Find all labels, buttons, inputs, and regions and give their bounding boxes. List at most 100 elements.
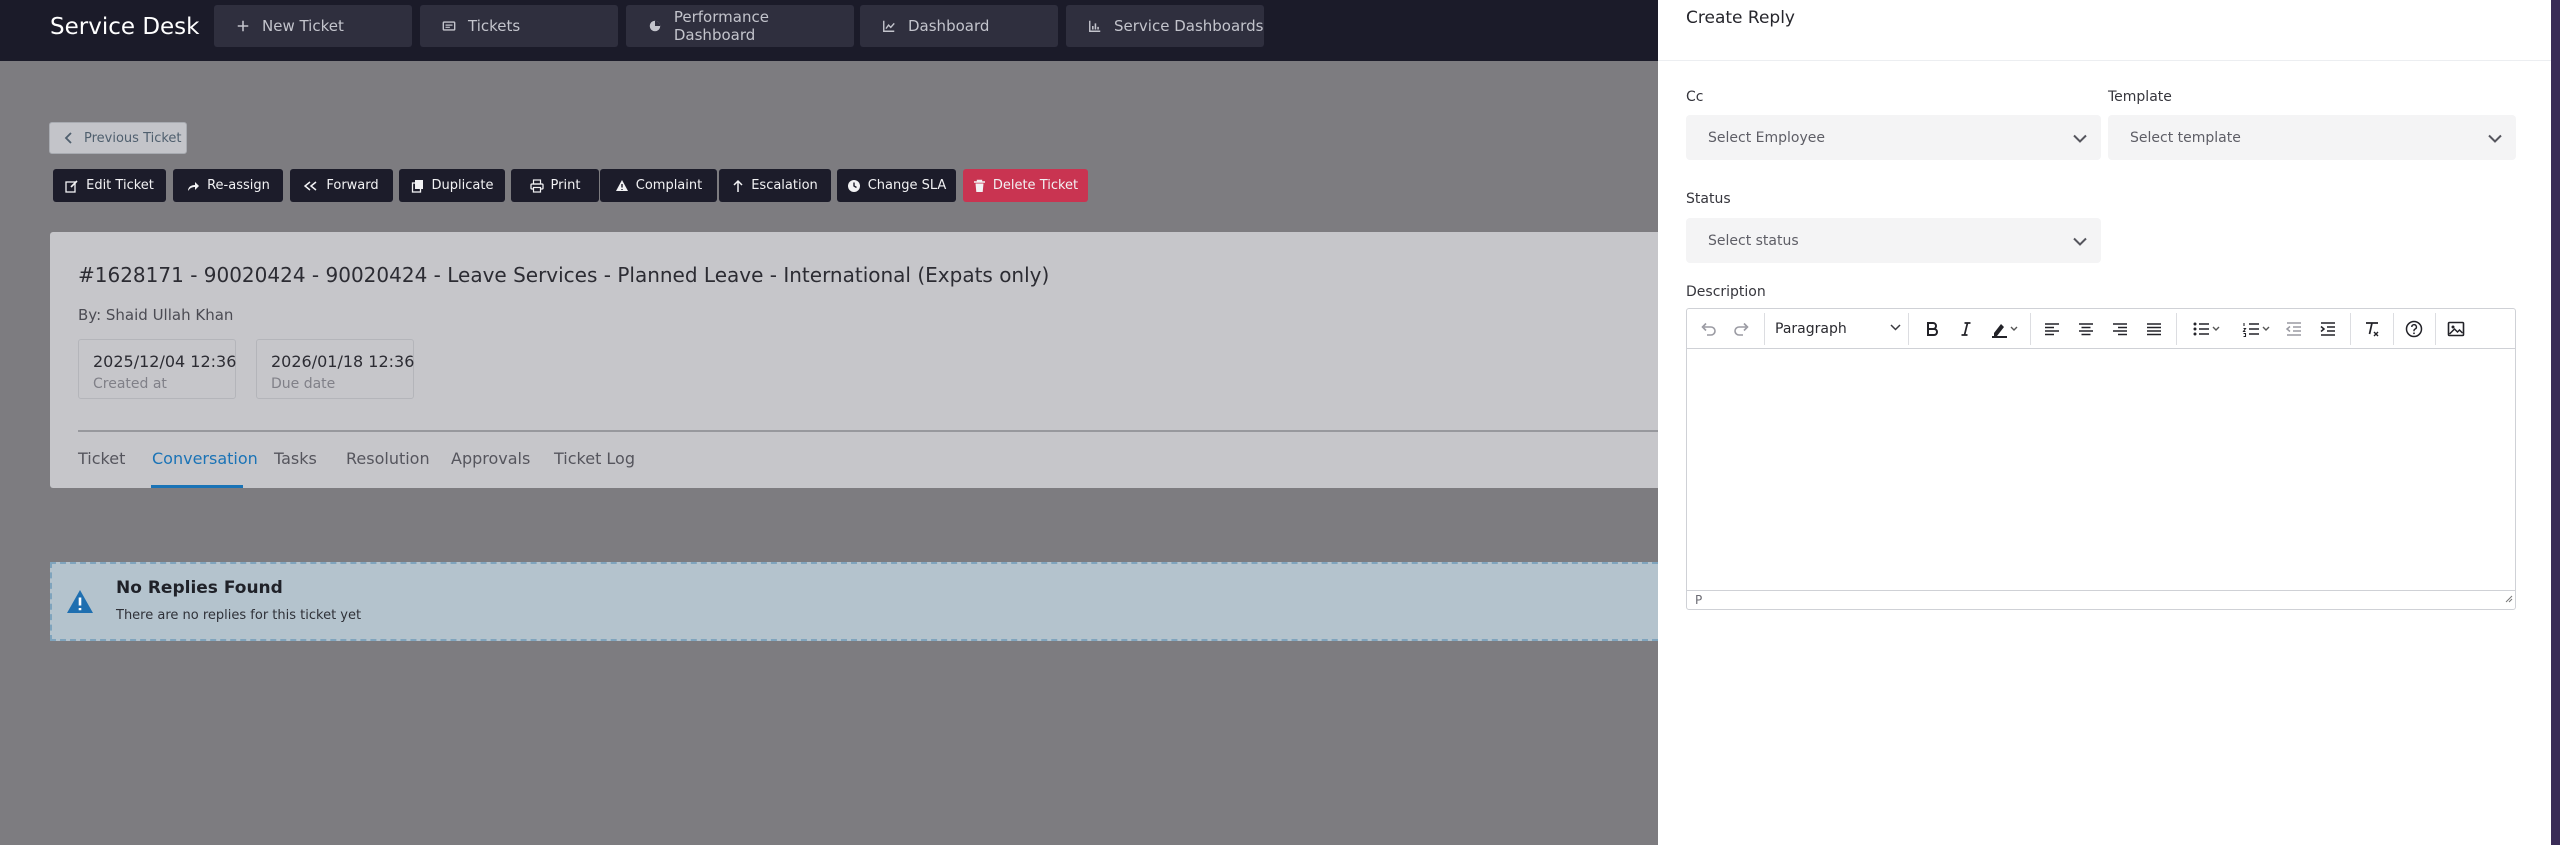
due-date-value: 2026/01/18 12:36 [271,352,415,371]
printer-icon [529,178,544,193]
status-select-placeholder: Select status [1708,232,1799,249]
previous-ticket-button[interactable]: Previous Ticket [49,122,187,154]
ticket-icon [438,19,460,33]
re-assign-button[interactable]: Re-assign [173,169,283,202]
align-center-icon[interactable] [2071,309,2101,349]
editor-status-bar: P [1687,590,2515,609]
description-editor[interactable]: Paragraph P [1686,308,2516,610]
nav-service-dashboards[interactable]: Service Dashboards [1066,5,1264,47]
nav-new-ticket[interactable]: New Ticket [214,5,412,47]
redo-icon[interactable] [1727,309,1757,349]
nav-tickets[interactable]: Tickets [420,5,618,47]
due-date-label: Due date [271,376,336,392]
line-chart-icon [878,19,900,33]
indent-icon[interactable] [2313,309,2343,349]
tab-ticket[interactable]: Ticket [78,449,125,468]
template-select-placeholder: Select template [2130,129,2241,146]
help-icon[interactable] [2399,309,2429,349]
bullet-list-icon[interactable] [2183,309,2229,349]
nav-dashboard[interactable]: Dashboard [860,5,1058,47]
app-title[interactable]: Service Desk [50,14,199,40]
share-icon [186,179,200,193]
duplicate-label: Duplicate [431,178,494,193]
chevron-down-icon [1890,324,1901,331]
delete-ticket-label: Delete Ticket [992,178,1079,193]
template-label: Template [2108,89,2172,105]
forward-button[interactable]: Forward [290,169,393,202]
delete-ticket-button[interactable]: Delete Ticket [963,169,1088,202]
nav-performance-dashboard[interactable]: Performance Dashboard [626,5,854,47]
image-icon[interactable] [2441,309,2471,349]
panel-scrollbar[interactable] [2551,0,2560,845]
bold-icon[interactable] [1917,309,1947,349]
cc-select[interactable]: Select Employee [1686,115,2101,160]
align-justify-icon[interactable] [2139,309,2169,349]
nav-label: New Ticket [262,17,344,35]
clock-icon [847,179,861,193]
status-select[interactable]: Select status [1686,218,2101,263]
re-assign-label: Re-assign [207,178,270,193]
complaint-label: Complaint [635,178,703,193]
pie-chart-icon [644,19,666,33]
outdent-icon[interactable] [2279,309,2309,349]
undo-icon[interactable] [1693,309,1723,349]
alert-title: No Replies Found [116,578,283,598]
nav-label: Service Dashboards [1114,17,1264,35]
panel-header-divider [1658,60,2551,61]
toolbar-separator [1908,313,1909,345]
escalation-button[interactable]: Escalation [719,169,831,202]
align-right-icon[interactable] [2105,309,2135,349]
warning-icon [66,589,94,618]
tab-conversation[interactable]: Conversation [152,449,258,468]
duplicate-button[interactable]: Duplicate [399,169,505,202]
print-button[interactable]: Print [511,169,599,202]
no-replies-alert: No Replies Found There are no replies fo… [50,562,1658,641]
italic-icon[interactable] [1951,309,1981,349]
arrow-up-icon [732,179,744,193]
resize-handle-icon[interactable] [2503,588,2513,607]
numbered-list-icon[interactable] [2233,309,2279,349]
nav-label: Dashboard [908,17,990,35]
change-sla-button[interactable]: Change SLA [837,169,956,202]
toolbar-separator [2030,313,2031,345]
align-left-icon[interactable] [2037,309,2067,349]
block-format-value: Paragraph [1775,321,1847,337]
top-navigation-bar: Service Desk New Ticket Tickets Performa… [0,0,1658,61]
plus-icon [232,19,254,33]
complaint-button[interactable]: Complaint [600,169,717,202]
card-divider [78,430,1658,432]
ticket-title: #1628171 - 90020424 - 90020424 - Leave S… [78,263,1050,287]
tab-ticket-log[interactable]: Ticket Log [554,449,635,468]
toolbar-separator [2393,313,2394,345]
due-date-box: 2026/01/18 12:36 Due date [256,339,414,399]
forward-label: Forward [326,178,379,193]
chevron-left-icon [64,132,74,144]
create-reply-panel: Create Reply Cc Select Employee Template… [1658,0,2560,845]
forward-icon [304,180,319,192]
tab-approvals[interactable]: Approvals [451,449,530,468]
edit-ticket-button[interactable]: Edit Ticket [53,169,166,202]
cc-label: Cc [1686,89,1704,105]
cc-select-placeholder: Select Employee [1708,129,1825,146]
ticket-author: By: Shaid Ullah Khan [78,306,234,324]
copy-icon [411,179,425,193]
tab-resolution[interactable]: Resolution [346,449,430,468]
created-at-box: 2025/12/04 12:36 Created at [78,339,236,399]
template-select[interactable]: Select template [2108,115,2516,160]
tab-tasks[interactable]: Tasks [274,449,317,468]
edit-ticket-label: Edit Ticket [86,178,154,193]
escalation-label: Escalation [751,178,818,193]
nav-label: Performance Dashboard [673,8,769,44]
clear-format-icon[interactable] [2357,309,2387,349]
element-path: P [1695,593,1703,607]
block-format-select[interactable]: Paragraph [1775,309,1905,349]
edit-icon [65,179,79,193]
created-at-label: Created at [93,376,167,392]
chevron-down-icon [2488,131,2502,147]
warning-icon [615,179,629,192]
created-at-value: 2025/12/04 12:36 [93,352,237,371]
highlight-icon[interactable] [1983,309,2025,349]
active-tab-indicator [151,485,243,488]
toolbar-separator [1764,313,1765,345]
chevron-down-icon [2073,131,2087,147]
